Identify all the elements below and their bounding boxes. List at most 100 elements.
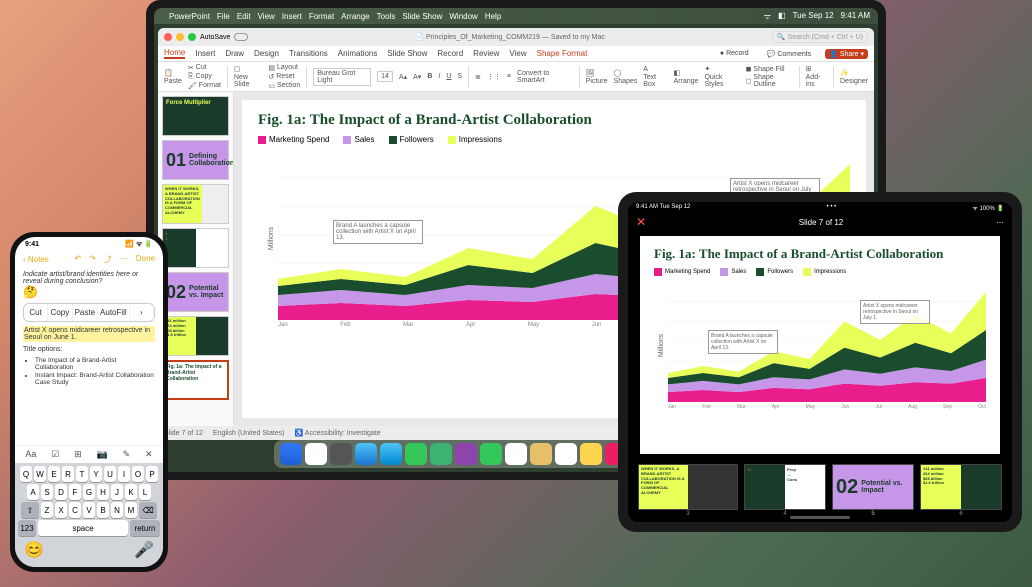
back-button[interactable]: ‹ Notes: [23, 255, 49, 264]
dock-finder-icon[interactable]: [280, 443, 302, 465]
menu-format[interactable]: Format: [309, 12, 334, 21]
format-painter-button[interactable]: 🖌 Format: [188, 82, 221, 90]
dock-notes-icon[interactable]: [580, 443, 602, 465]
key-y[interactable]: Y: [90, 466, 102, 482]
dock-mail-icon[interactable]: [380, 443, 402, 465]
close-button[interactable]: [164, 33, 172, 41]
section-button[interactable]: ▭ Section: [268, 82, 300, 90]
tab-design[interactable]: Design: [254, 49, 279, 58]
share-icon[interactable]: ⤴: [104, 254, 112, 265]
strike-button[interactable]: S: [457, 73, 462, 80]
tab-record[interactable]: Record: [437, 49, 463, 58]
record-button[interactable]: ● Record: [716, 49, 753, 58]
menu-insert[interactable]: Insert: [282, 12, 302, 21]
copy-option[interactable]: Copy: [48, 304, 72, 321]
tab-home[interactable]: Home: [164, 48, 185, 59]
table-button[interactable]: ⊞: [74, 449, 82, 460]
key-m[interactable]: M: [125, 502, 137, 518]
paste-button[interactable]: 📋: [164, 69, 182, 77]
key-shift[interactable]: ⇧: [21, 502, 39, 518]
designer-button[interactable]: ✨: [840, 69, 868, 77]
key-c[interactable]: C: [69, 502, 81, 518]
checklist-button[interactable]: ☑: [51, 449, 59, 460]
shapes-button[interactable]: ◯: [614, 69, 638, 77]
slide-thumbnails-panel[interactable]: Force Multiplier 01Defining Collaboratio…: [158, 92, 234, 426]
camera-button[interactable]: 📷: [97, 449, 108, 460]
arrange-button[interactable]: ◧: [674, 69, 699, 77]
close-icon[interactable]: ✕: [636, 215, 646, 229]
key-w[interactable]: W: [34, 466, 46, 482]
key-q[interactable]: Q: [20, 466, 32, 482]
shape-fill-button[interactable]: ◼ Shape Fill: [746, 65, 793, 73]
align-button[interactable]: ≡: [507, 73, 511, 80]
ipad-thumb-4[interactable]: ↑↓Prep—Cons4: [744, 464, 826, 510]
accessibility-indicator[interactable]: ♿ Accessibility: Investigate: [295, 429, 381, 437]
search-field[interactable]: 🔍 Search (Cmd + Ctrl + U): [772, 31, 868, 43]
thumb-2[interactable]: 01Defining Collaboration: [162, 140, 229, 180]
key-123[interactable]: 123: [18, 520, 36, 536]
mic-button[interactable]: 🎤: [134, 540, 154, 560]
key-p[interactable]: P: [146, 466, 158, 482]
tab-view[interactable]: View: [509, 49, 526, 58]
dock-safari-icon[interactable]: [355, 443, 377, 465]
key-o[interactable]: O: [132, 466, 144, 482]
numbering-button[interactable]: ⋮⋮: [487, 73, 501, 81]
key-x[interactable]: X: [55, 502, 67, 518]
new-slide-button[interactable]: ▢: [234, 65, 262, 73]
thumb-1[interactable]: Force Multiplier: [162, 96, 229, 136]
ipad-thumb-3[interactable]: WHEN IT WORKS, A BRAND-ARTIST COLLABORAT…: [638, 464, 738, 510]
dock-launchpad-icon[interactable]: [305, 443, 327, 465]
menu-edit[interactable]: Edit: [237, 12, 251, 21]
menubar-date[interactable]: Tue Sep 12: [793, 11, 834, 22]
quickstyles-button[interactable]: ✦: [704, 65, 739, 73]
menu-arrange[interactable]: Arrange: [341, 12, 369, 21]
ipad-home-indicator[interactable]: [628, 516, 1012, 522]
minimize-button[interactable]: [176, 33, 184, 41]
done-button[interactable]: Done: [136, 254, 155, 265]
ipad-filmstrip[interactable]: WHEN IT WORKS, A BRAND-ARTIST COLLABORAT…: [628, 460, 1012, 516]
close-format-button[interactable]: ✕: [145, 449, 153, 460]
thumb-7[interactable]: Fig. 1a: The Impact of a Brand-Artist Co…: [162, 360, 229, 400]
thumb-6[interactable]: 141 million264 million$68 billion$1.6 tr…: [162, 316, 229, 356]
reset-button[interactable]: ↺ Reset: [268, 73, 300, 81]
menu-window[interactable]: Window: [449, 12, 477, 21]
ipad-thumb-5[interactable]: 02Potential vs. Impact5: [832, 464, 914, 510]
dock-contacts-icon[interactable]: [530, 443, 552, 465]
autofill-option[interactable]: AutoFill: [98, 304, 130, 321]
dock-photos-icon[interactable]: [455, 443, 477, 465]
more-options[interactable]: ›: [130, 304, 154, 321]
ipad-thumb-6[interactable]: 141 million264 million$68 billion$1.6 tr…: [920, 464, 1002, 510]
picture-button[interactable]: 🖼: [586, 69, 608, 77]
italic-button[interactable]: I: [438, 73, 440, 80]
key-j[interactable]: J: [111, 484, 123, 500]
font-increase-button[interactable]: A▴: [399, 73, 407, 81]
font-selector[interactable]: Bureau Grot Light: [313, 68, 371, 86]
ipad-slide-view[interactable]: Fig. 1a: The Impact of a Brand-Artist Co…: [640, 236, 1000, 454]
bold-button[interactable]: B: [427, 73, 432, 80]
more-icon[interactable]: ⋯: [120, 254, 128, 265]
textbox-button[interactable]: A: [643, 66, 667, 73]
thumb-5[interactable]: 02Potential vs. Impact: [162, 272, 229, 312]
language-indicator[interactable]: English (United States): [213, 430, 285, 437]
comments-button[interactable]: 💬 Comments: [763, 49, 816, 59]
share-button[interactable]: 👤 Share ▾: [825, 49, 868, 59]
menu-help[interactable]: Help: [485, 12, 501, 21]
format-text-button[interactable]: Aa: [25, 449, 36, 460]
dock-facetime-icon[interactable]: [480, 443, 502, 465]
tab-transitions[interactable]: Transitions: [289, 49, 328, 58]
key-return[interactable]: return: [130, 520, 160, 536]
app-name[interactable]: PowerPoint: [169, 12, 210, 21]
font-size-selector[interactable]: 14: [377, 71, 393, 82]
redo-button[interactable]: ↷: [89, 254, 96, 265]
key-e[interactable]: E: [48, 466, 60, 482]
copy-button[interactable]: ⎘ Copy: [188, 73, 221, 81]
key-u[interactable]: U: [104, 466, 116, 482]
thumb-3[interactable]: WHEN IT WORKS, A BRAND-ARTIST COLLABORAT…: [162, 184, 229, 224]
underline-button[interactable]: U: [446, 73, 451, 80]
key-space[interactable]: space: [38, 520, 128, 536]
smartart-button[interactable]: Convert to SmartArt: [517, 70, 573, 84]
key-h[interactable]: H: [97, 484, 109, 500]
emoji-button[interactable]: 😊: [24, 540, 44, 560]
menu-tools[interactable]: Tools: [377, 12, 396, 21]
key-n[interactable]: N: [111, 502, 123, 518]
